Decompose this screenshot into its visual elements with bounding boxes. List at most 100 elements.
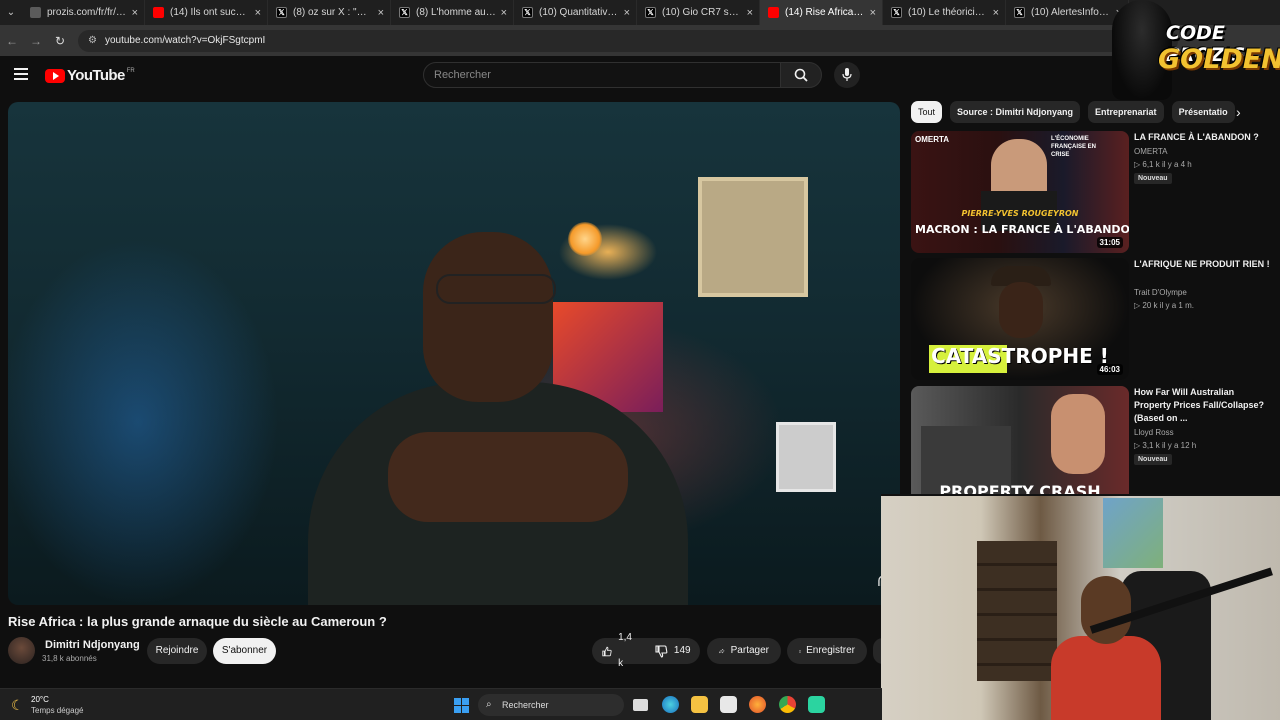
thumbnail-portrait: [1051, 394, 1105, 474]
taskbar-search[interactable]: ⌕ Rechercher: [478, 694, 624, 716]
channel-avatar[interactable]: [8, 637, 35, 664]
browser-tab[interactable]: 𝕏 (8) oz sur X : "C'est te ×: [268, 0, 391, 25]
thumbnail-caption: MACRON : LA FRANCE À L'ABANDON: [915, 223, 1129, 236]
close-tab-icon[interactable]: ×: [870, 7, 876, 19]
country-code: FR: [126, 67, 135, 74]
filter-chip[interactable]: Tout: [911, 101, 943, 123]
browser-tab[interactable]: 𝕏 (10) Gio CR7 sur X : " ×: [637, 0, 760, 25]
close-tab-icon[interactable]: ×: [255, 7, 261, 19]
webcam-poster: [1103, 498, 1163, 568]
tab-title: (10) Le théoricien sur: [908, 7, 989, 18]
menu-icon[interactable]: [14, 68, 28, 80]
recommendation-meta: ▷ 3,1 k il y a 12 h: [1134, 441, 1197, 450]
site-info-icon[interactable]: ⚙: [88, 35, 97, 46]
video-presenter-head: [423, 232, 553, 402]
x-favicon-icon: 𝕏: [522, 7, 533, 18]
edge-browser-icon[interactable]: [662, 696, 679, 713]
recommendation-title[interactable]: How Far Will Australian Property Prices …: [1134, 386, 1272, 425]
browser-tab-strip: ⌄ prozis.com/fr/fr/cam × (14) Ils ont succ…: [0, 0, 1280, 25]
video-duration: 31:05: [1096, 237, 1123, 248]
like-button[interactable]: 1,4 k: [592, 625, 645, 677]
recommendation-thumbnail[interactable]: OMERTA L'ÉCONOMIE FRANÇAISE EN CRISE PIE…: [911, 131, 1129, 253]
recommendation-channel[interactable]: Lloyd Ross: [1134, 428, 1174, 437]
recommendation-channel[interactable]: Trait D'Olympe: [1134, 288, 1187, 297]
recommendation-thumbnail[interactable]: CATASTROPHE ! 46:03: [911, 258, 1129, 380]
task-view-icon[interactable]: [633, 699, 648, 711]
search-input[interactable]: Rechercher: [423, 62, 781, 88]
youtube-logo[interactable]: YouTube FR: [45, 67, 135, 84]
tab-title: (8) oz sur X : "C'est te: [293, 7, 374, 18]
weather-description[interactable]: Temps dégagé: [31, 706, 83, 715]
share-button[interactable]: Partager: [707, 638, 781, 664]
thumbnail-portrait: [999, 282, 1043, 338]
file-explorer-icon[interactable]: [691, 696, 708, 713]
browser-tab[interactable]: 𝕏 (10) Quantitative Alte ×: [514, 0, 637, 25]
back-arrow-icon[interactable]: ←: [0, 34, 24, 48]
x-favicon-icon: 𝕏: [645, 7, 656, 18]
search-button[interactable]: [780, 62, 822, 88]
webcam-overlay: [881, 494, 1280, 720]
browser-tab[interactable]: prozis.com/fr/fr/cam ×: [22, 0, 145, 25]
recommendation-item[interactable]: PROPERTY CRASH How Far Will Australian P…: [911, 386, 1271, 508]
moon-icon[interactable]: ☾: [11, 697, 24, 714]
like-count: 1,4 k: [618, 632, 632, 669]
youtube-favicon-icon: [768, 7, 779, 18]
page-favicon-icon: [30, 7, 41, 18]
video-duration: 46:03: [1096, 364, 1123, 375]
youtube-favicon-icon: [153, 7, 164, 18]
browser-tab[interactable]: 𝕏 (8) L'homme aux gan ×: [391, 0, 514, 25]
close-tab-icon[interactable]: ×: [993, 7, 999, 19]
video-presenter-hands: [388, 432, 628, 522]
join-button[interactable]: Rejoindre: [147, 638, 207, 664]
close-tab-icon[interactable]: ×: [747, 7, 753, 19]
app-icon[interactable]: [808, 696, 825, 713]
microphone-icon: [842, 68, 852, 81]
tab-title: prozis.com/fr/fr/cam: [47, 7, 128, 18]
close-tab-icon[interactable]: ×: [132, 7, 138, 19]
browser-tab[interactable]: (14) Rise Africa : la pl ×: [760, 0, 883, 25]
forward-arrow-icon[interactable]: →: [24, 34, 48, 48]
video-player[interactable]: ⋒: [8, 102, 900, 605]
recommendation-item[interactable]: CATASTROPHE ! 46:03 L'AFRIQUE NE PRODUIT…: [911, 258, 1271, 380]
filter-chip[interactable]: Présentatio: [1171, 101, 1235, 123]
tab-title: (14) Rise Africa : la pl: [785, 7, 866, 18]
tab-title: (10) AlertesInfos sur: [1031, 7, 1112, 18]
address-bar[interactable]: ⚙ youtube.com/watch?v=OkjFSgtcpmI: [78, 29, 1178, 52]
recommendation-title[interactable]: LA FRANCE À L'ABANDON ?: [1134, 131, 1272, 144]
thumbs-up-icon: [602, 646, 612, 656]
recommendation-title[interactable]: L'AFRIQUE NE PRODUIT RIEN !: [1134, 258, 1272, 271]
webcam-bookshelf: [977, 541, 1057, 681]
recommendation-thumbnail[interactable]: PROPERTY CRASH: [911, 386, 1129, 508]
dislike-button[interactable]: 149: [645, 638, 701, 664]
channel-name[interactable]: Dimitri Ndjonyang: [45, 639, 140, 651]
share-label: Partager: [730, 645, 769, 656]
microsoft-store-icon[interactable]: [720, 696, 737, 713]
close-tab-icon[interactable]: ×: [378, 7, 384, 19]
close-tab-icon[interactable]: ×: [624, 7, 630, 19]
save-button[interactable]: Enregistrer: [787, 638, 867, 664]
recommendation-item[interactable]: OMERTA L'ÉCONOMIE FRANÇAISE EN CRISE PIE…: [911, 131, 1271, 253]
youtube-header: YouTube FR Rechercher: [0, 56, 1280, 96]
windows-start-icon[interactable]: [454, 698, 469, 713]
filter-chip[interactable]: Entreprenariat: [1088, 101, 1164, 123]
logo-line-2: GOLDENG: [1158, 44, 1280, 75]
recommendation-channel[interactable]: OMERTA: [1134, 147, 1167, 156]
browser-tab[interactable]: (14) Ils ont succombé ×: [145, 0, 268, 25]
chevron-right-icon[interactable]: ›: [1236, 104, 1241, 120]
x-favicon-icon: 𝕏: [276, 7, 287, 18]
chrome-icon[interactable]: [779, 696, 796, 713]
recommendation-meta: ▷ 20 k il y a 1 m.: [1134, 301, 1194, 310]
close-tab-icon[interactable]: ×: [501, 7, 507, 19]
firefox-icon[interactable]: [749, 696, 766, 713]
reload-icon[interactable]: ↻: [48, 34, 72, 48]
tab-search-chevron-icon[interactable]: ⌄: [0, 0, 22, 25]
weather-temperature[interactable]: 20°C: [31, 695, 49, 704]
voice-search-button[interactable]: [834, 62, 860, 88]
browser-tab[interactable]: 𝕏 (10) Le théoricien sur ×: [883, 0, 1006, 25]
subscribe-button[interactable]: S'abonner: [213, 638, 276, 664]
video-presenter-glasses: [436, 274, 556, 304]
taskbar-search-label: Rechercher: [502, 700, 549, 710]
video-scene-painting: [698, 177, 808, 297]
filter-chip[interactable]: Source : Dimitri Ndjonyang: [950, 101, 1081, 123]
dislike-count: 149: [673, 645, 691, 656]
